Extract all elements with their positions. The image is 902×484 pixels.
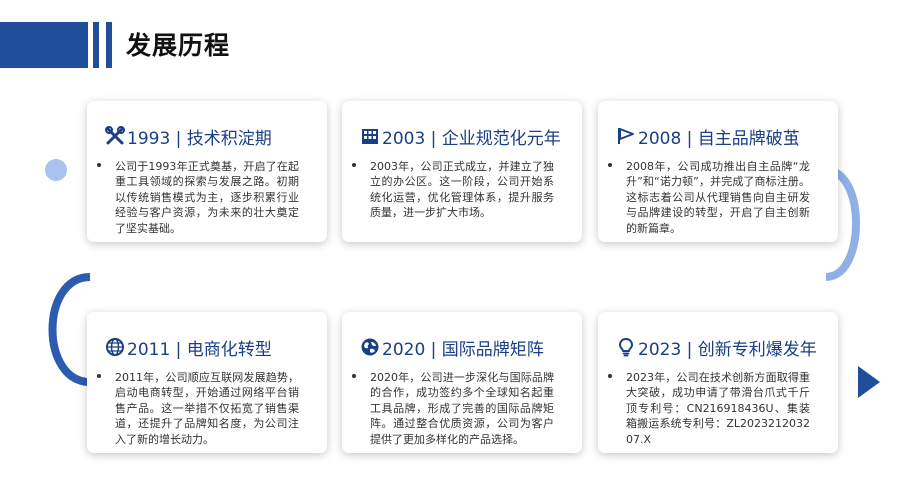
header-stripe	[106, 22, 112, 68]
timeline-curve-left	[48, 273, 91, 386]
bullet-dot	[608, 374, 612, 378]
bullet-dot	[97, 374, 101, 378]
milestone-description: 2003年，公司正式成立，并建立了独立的办公区。这一阶段，公司开始系统化运营，优…	[370, 160, 554, 220]
building-icon	[360, 126, 380, 146]
milestone-card-2008: 2008 | 自主品牌破茧 2008年，公司成功推出自主品牌“龙升”和“诺力顿”…	[598, 101, 838, 242]
milestone-card-2003: 2003 | 企业规范化元年 2003年，公司正式成立，并建立了独立的办公区。这…	[342, 101, 582, 242]
milestone-title: 1993 | 技术积淀期	[105, 123, 319, 149]
timeline-arrow-head	[858, 366, 880, 398]
milestone-card-2020: 2020 | 国际品牌矩阵 2020年，公司进一步深化与国际品牌的合作，成功签约…	[342, 312, 582, 453]
milestone-title: 2008 | 自主品牌破茧	[616, 123, 830, 149]
header-accent-bar	[0, 22, 88, 68]
milestone-title: 2023 | 创新专利爆发年	[616, 334, 830, 360]
bullet-dot	[97, 163, 101, 167]
milestone-card-2011: 2011 | 电商化转型 2011年，公司顺应互联网发展趋势，启动电商转型，开始…	[87, 312, 327, 453]
header-stripe	[93, 22, 99, 68]
milestone-description: 2020年，公司进一步深化与国际品牌的合作，成功签约多个全球知名起重工具品牌，形…	[370, 371, 554, 446]
bullet-dot	[352, 163, 356, 167]
milestone-description: 2011年，公司顺应互联网发展趋势，启动电商转型，开始通过网络平台销售产品。这一…	[115, 371, 299, 446]
milestone-description: 2008年，公司成功推出自主品牌“龙升”和“诺力顿”，并完成了商标注册。这标志着…	[626, 160, 810, 235]
milestone-card-1993: 1993 | 技术积淀期 公司于1993年正式奠基，开启了在起重工具领域的探索与…	[87, 101, 327, 242]
milestone-title: 2011 | 电商化转型	[105, 334, 319, 360]
page-title: 发展历程	[126, 31, 231, 60]
earth-icon	[360, 337, 380, 357]
globe-icon	[105, 337, 125, 357]
flag-icon	[616, 126, 636, 146]
tools-icon	[105, 126, 125, 146]
milestone-card-2023: 2023 | 创新专利爆发年 2023年，公司在技术创新方面取得重大突破，成功申…	[598, 312, 838, 453]
bullet-dot	[608, 163, 612, 167]
milestone-title: 2003 | 企业规范化元年	[360, 123, 574, 149]
milestone-title: 2020 | 国际品牌矩阵	[360, 334, 574, 360]
milestone-description: 2023年，公司在技术创新方面取得重大突破，成功申请了带滑台爪式千斤顶专利号：C…	[626, 371, 810, 446]
lightbulb-icon	[616, 337, 636, 357]
timeline-start-dot	[45, 159, 67, 181]
milestone-description: 公司于1993年正式奠基，开启了在起重工具领域的探索与发展之路。初期以传统销售模…	[115, 160, 299, 235]
bullet-dot	[352, 374, 356, 378]
